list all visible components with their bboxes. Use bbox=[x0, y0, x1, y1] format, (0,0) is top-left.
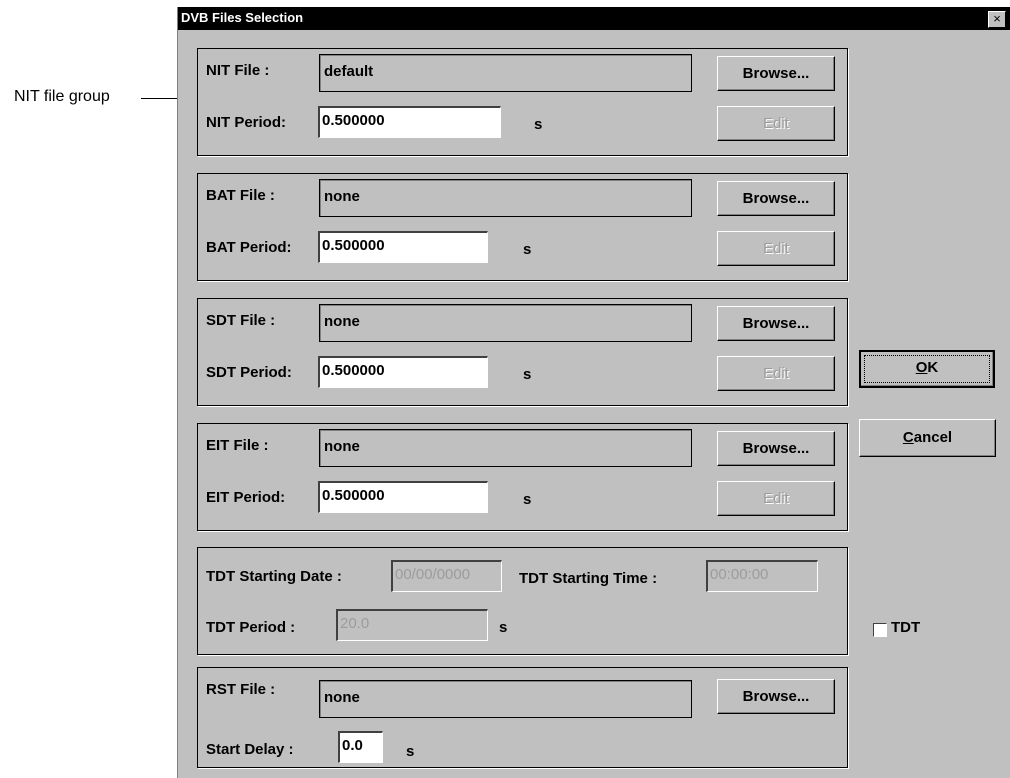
sdt-period-input[interactable]: 0.500000 bbox=[318, 356, 488, 388]
bat-period-unit: s bbox=[523, 241, 532, 258]
eit-period-label: EIT Period: bbox=[206, 489, 286, 506]
sdt-edit-button[interactable]: Edit bbox=[717, 356, 835, 391]
rst-delay-label: Start Delay : bbox=[206, 741, 294, 758]
sdt-file-group: SDT File : none Browse... SDT Period: 0.… bbox=[197, 298, 848, 406]
eit-period-unit: s bbox=[523, 491, 532, 508]
nit-period-label: NIT Period: bbox=[206, 114, 287, 131]
tdt-checkbox[interactable] bbox=[873, 623, 887, 637]
bat-file-label: BAT File : bbox=[206, 187, 275, 204]
bat-browse-button[interactable]: Browse... bbox=[717, 181, 835, 216]
tdt-period-unit: s bbox=[499, 619, 508, 636]
cancel-button[interactable]: Cancel bbox=[859, 419, 996, 457]
nit-file-path: default bbox=[319, 54, 692, 92]
tdt-checkbox-label[interactable]: TDT bbox=[891, 619, 920, 636]
eit-file-path: none bbox=[319, 429, 692, 467]
eit-file-group: EIT File : none Browse... EIT Period: 0.… bbox=[197, 423, 848, 531]
ok-button[interactable]: OK bbox=[859, 350, 995, 388]
eit-edit-button[interactable]: Edit bbox=[717, 481, 835, 516]
sdt-file-path: none bbox=[319, 304, 692, 342]
close-icon[interactable]: × bbox=[988, 11, 1006, 28]
tdt-period-label: TDT Period : bbox=[206, 619, 296, 636]
tdt-period-input[interactable]: 20.0 bbox=[336, 609, 488, 641]
eit-file-label: EIT File : bbox=[206, 437, 269, 454]
tdt-date-label: TDT Starting Date : bbox=[206, 568, 342, 585]
sdt-period-label: SDT Period: bbox=[206, 364, 292, 381]
bat-edit-button[interactable]: Edit bbox=[717, 231, 835, 266]
dialog-title: DVB Files Selection bbox=[181, 10, 304, 25]
ok-focus-ring bbox=[864, 355, 990, 383]
cancel-mnemonic: C bbox=[902, 429, 914, 446]
bat-file-group: BAT File : none Browse... BAT Period: 0.… bbox=[197, 173, 848, 281]
eit-browse-button[interactable]: Browse... bbox=[717, 431, 835, 466]
rst-file-group: RST File : none Browse... Start Delay : … bbox=[197, 667, 848, 768]
rst-delay-input[interactable]: 0.0 bbox=[338, 731, 383, 763]
annotation-label: NIT file group bbox=[14, 88, 110, 105]
bat-period-input[interactable]: 0.500000 bbox=[318, 231, 488, 263]
nit-browse-button[interactable]: Browse... bbox=[717, 56, 835, 91]
title-bar: DVB Files Selection × bbox=[178, 7, 1010, 30]
bat-file-path: none bbox=[319, 179, 692, 217]
rst-browse-button[interactable]: Browse... bbox=[717, 679, 835, 714]
nit-period-input[interactable]: 0.500000 bbox=[318, 106, 501, 138]
rst-delay-unit: s bbox=[406, 743, 415, 760]
rst-file-label: RST File : bbox=[206, 681, 276, 698]
tdt-group: TDT Starting Date : 00/00/0000 TDT Start… bbox=[197, 547, 848, 655]
eit-period-input[interactable]: 0.500000 bbox=[318, 481, 488, 513]
sdt-file-label: SDT File : bbox=[206, 312, 276, 329]
rst-file-path: none bbox=[319, 680, 692, 718]
sdt-period-unit: s bbox=[523, 366, 532, 383]
nit-file-group: NIT File : default Browse... NIT Period:… bbox=[197, 48, 848, 156]
tdt-time-input[interactable]: 00:00:00 bbox=[706, 560, 818, 592]
cancel-label: ancel bbox=[913, 429, 953, 446]
bat-period-label: BAT Period: bbox=[206, 239, 292, 256]
dvb-files-selection-dialog: DVB Files Selection × NIT File : default… bbox=[177, 7, 1010, 778]
tdt-time-label: TDT Starting Time : bbox=[519, 570, 658, 587]
nit-file-label: NIT File : bbox=[206, 62, 270, 79]
tdt-date-input[interactable]: 00/00/0000 bbox=[391, 560, 502, 592]
sdt-browse-button[interactable]: Browse... bbox=[717, 306, 835, 341]
nit-edit-button[interactable]: Edit bbox=[717, 106, 835, 141]
nit-period-unit: s bbox=[534, 116, 543, 133]
